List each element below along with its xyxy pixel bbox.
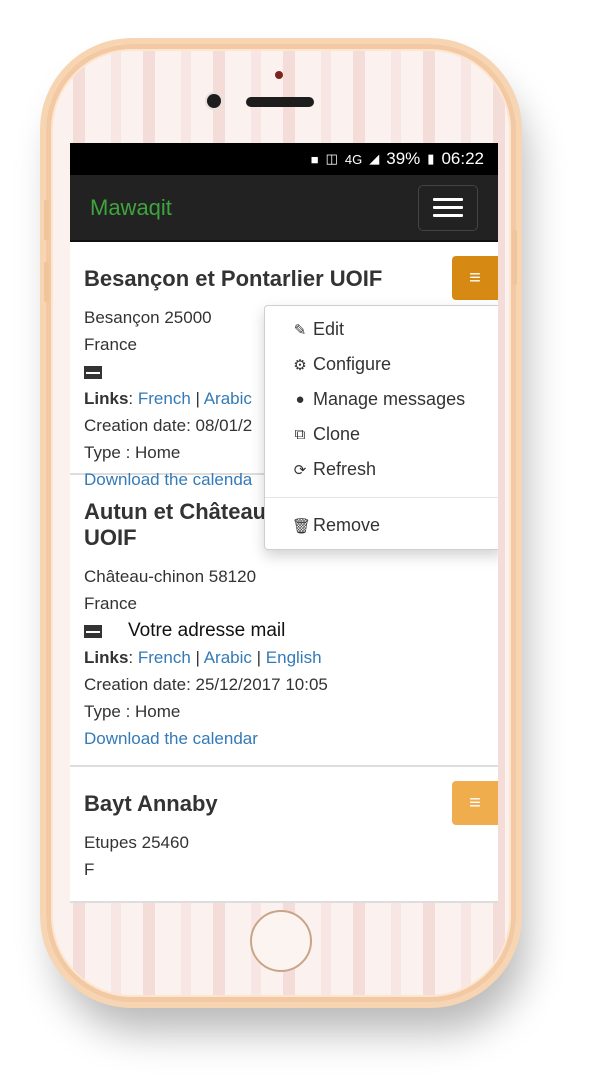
cast-icon: ◫ — [325, 151, 338, 166]
menu-item-label: Configure — [313, 354, 392, 374]
phone-screen: ■ ◫ 4G ◢ 39% ▮ 06:22 Mawaqit Besançon et… — [70, 143, 498, 903]
clock: 06:22 — [441, 149, 484, 168]
phone-speaker — [246, 97, 314, 107]
comment-icon: ● — [295, 391, 305, 408]
creation-date: Creation date: 25/12/2017 10:05 — [84, 675, 328, 694]
hamburger-bar — [433, 214, 463, 217]
menu-item-clone[interactable]: ⧉ Clone — [265, 417, 498, 452]
brand-logo[interactable]: Mawaqit — [90, 195, 172, 221]
network-type: 4G — [344, 151, 363, 167]
mosque-email-row: Votre adresse mail — [84, 617, 484, 644]
phone-side-button — [44, 200, 49, 240]
actions-dropdown-menu: ✎ Edit ⚙ Configure ● Manage messages ⧉ C… — [264, 305, 498, 550]
list-icon: ≡ — [469, 266, 481, 289]
links-label: Links — [84, 389, 129, 408]
link-arabic[interactable]: Arabic — [204, 648, 252, 667]
actions-menu-button[interactable]: ≡ — [452, 781, 498, 825]
mosque-card: Bayt Annaby Etupes 25460 F ≡ — [70, 767, 498, 903]
trash-icon: 🗑 — [292, 517, 312, 535]
menu-item-configure[interactable]: ⚙ Configure — [265, 347, 498, 382]
mosque-city: Etupes 25460 — [84, 833, 189, 852]
phone-home-button[interactable] — [250, 910, 312, 972]
phone-side-button — [512, 230, 517, 285]
status-bar: ■ ◫ 4G ◢ 39% ▮ 06:22 — [70, 143, 498, 175]
menu-item-edit[interactable]: ✎ Edit — [265, 312, 498, 347]
mosque-email: Votre adresse mail — [128, 620, 286, 641]
menu-item-manage-messages[interactable]: ● Manage messages — [265, 382, 498, 417]
menu-item-label: Clone — [313, 424, 361, 444]
links-label: Links — [84, 648, 129, 667]
mosque-city: Château-chinon 58120 — [84, 567, 257, 586]
mosque-type: Type : Home — [84, 702, 181, 721]
menu-divider — [265, 497, 498, 498]
pencil-icon: ✎ — [293, 321, 307, 339]
menu-item-label: Remove — [313, 515, 381, 535]
menu-item-remove[interactable]: 🗑 Remove — [265, 508, 498, 543]
envelope-icon — [84, 366, 102, 380]
envelope-icon — [84, 625, 102, 639]
phone-side-button — [44, 262, 49, 302]
link-english[interactable]: English — [266, 648, 322, 667]
menu-item-label: Edit — [313, 319, 345, 339]
mosque-name: Bayt Annaby — [84, 791, 218, 816]
menu-item-label: Manage messages — [313, 389, 466, 409]
mosque-country: France — [84, 594, 137, 613]
hamburger-menu-button[interactable] — [418, 184, 478, 231]
gear-icon: ⚙ — [293, 356, 307, 374]
navbar: Mawaqit — [70, 175, 498, 242]
phone-sensor — [275, 71, 283, 79]
phone-camera — [207, 94, 221, 108]
list-icon: ≡ — [469, 791, 481, 814]
download-calendar-text[interactable]: Download the calendar — [84, 729, 258, 748]
battery-icon: ▮ — [427, 151, 435, 166]
download-calendar-link[interactable]: Download the calendar — [84, 725, 484, 752]
refresh-icon: ⟳ — [293, 461, 307, 479]
menu-item-refresh[interactable]: ⟳ Refresh — [265, 452, 498, 487]
menu-item-label: Refresh — [313, 459, 377, 479]
link-arabic[interactable]: Arabic — [204, 389, 252, 408]
signal-icon: ◢ — [369, 151, 380, 166]
hamburger-bar — [433, 198, 463, 201]
battery-saver-icon: ■ — [310, 151, 319, 167]
mosque-country: F — [84, 860, 95, 879]
hamburger-bar — [433, 206, 463, 209]
battery-level: 39% — [386, 149, 421, 168]
copy-icon: ⧉ — [294, 426, 306, 443]
mosque-name: Besançon et Pontarlier UOIF — [84, 266, 383, 291]
mosque-links: Links: French | Arabic | English — [84, 648, 322, 667]
actions-menu-button[interactable]: ≡ — [452, 256, 498, 300]
link-french[interactable]: French — [138, 389, 191, 408]
link-french[interactable]: French — [138, 648, 191, 667]
